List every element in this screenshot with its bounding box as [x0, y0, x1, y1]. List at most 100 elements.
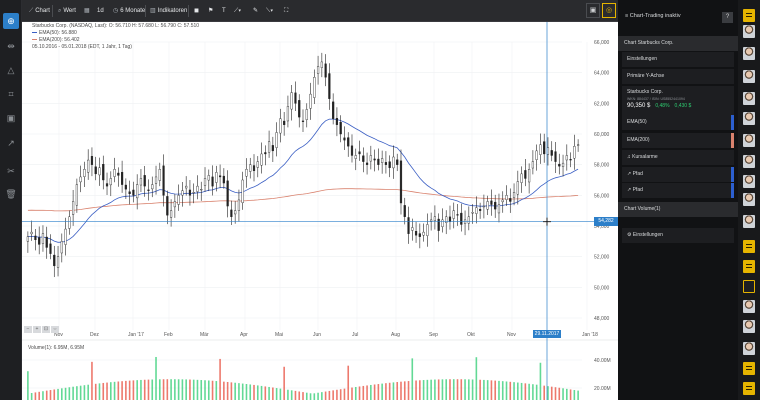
- path-item-2[interactable]: ↗ Pfad: [622, 183, 734, 198]
- range-button[interactable]: ◷ 6 Monate: [110, 4, 148, 18]
- portfolio-icon[interactable]: [743, 260, 755, 273]
- candle-body: [573, 146, 576, 159]
- volume-bar: [226, 381, 229, 400]
- scissors-tool-icon[interactable]: ✂: [3, 163, 19, 179]
- volume-bar: [140, 379, 142, 400]
- avatar[interactable]: [743, 300, 755, 313]
- draw-tool-icon[interactable]: ↗: [3, 135, 19, 151]
- volume-bar: [479, 379, 481, 400]
- candle-body: [343, 137, 346, 141]
- candle-body: [452, 210, 455, 219]
- volume-bar: [189, 379, 191, 400]
- candle-body: [437, 218, 440, 231]
- section-chart-volume[interactable]: Chart Volume(1): [618, 202, 738, 217]
- volume-bar: [158, 379, 161, 400]
- bookmark-button[interactable]: ◼: [191, 4, 202, 18]
- volume-bar: [181, 379, 184, 400]
- candle-body: [392, 156, 395, 169]
- line-tool-icon[interactable]: ⇹: [3, 38, 19, 54]
- volume-bar: [396, 382, 399, 400]
- trash-tool-icon[interactable]: 🗑: [3, 186, 19, 202]
- pan-icon[interactable]: ⇔: [51, 326, 59, 333]
- clipboard-tool-icon[interactable]: ▣: [3, 110, 19, 126]
- path-color-mark-2: [731, 183, 734, 198]
- chart-type-button[interactable]: ⟋ Chart: [26, 4, 53, 18]
- volume-bar: [524, 383, 527, 400]
- flag-button[interactable]: ⚑: [205, 4, 216, 18]
- crosshair-tool-icon[interactable]: ⊕: [3, 13, 19, 29]
- volume-bar: [249, 384, 252, 400]
- avatar[interactable]: [743, 25, 755, 38]
- account-icon[interactable]: [743, 382, 755, 395]
- text-tool-button[interactable]: T: [219, 4, 229, 18]
- compare-button[interactable]: ▦: [81, 4, 95, 18]
- avatar[interactable]: [743, 134, 755, 147]
- avatar[interactable]: [743, 175, 755, 188]
- quote-name: Starbucks Corp.: [627, 89, 663, 95]
- symbol-search-button[interactable]: ⌕ Wert: [55, 4, 79, 18]
- volume-bar: [98, 383, 101, 400]
- candle-body: [143, 175, 146, 187]
- volume-bar: [471, 379, 474, 400]
- x-tick-label: Jun: [313, 332, 321, 338]
- avatar[interactable]: [743, 92, 755, 105]
- candle-body: [139, 178, 143, 186]
- candle-body: [237, 199, 241, 211]
- fullscreen-button[interactable]: ⛶: [281, 4, 291, 18]
- shapes-tool-icon[interactable]: ⌗: [3, 86, 19, 102]
- avatar[interactable]: [743, 155, 755, 168]
- candle-body: [196, 185, 199, 192]
- quote-card[interactable]: Starbucks Corp. WKN: 884437 / ISIN: US85…: [622, 86, 734, 116]
- interval-button[interactable]: 1d: [94, 4, 107, 18]
- legend-ema50[interactable]: EMA(50): 56.880: [32, 30, 199, 37]
- avatar[interactable]: [743, 70, 755, 83]
- zoom-in-icon[interactable]: +: [33, 326, 41, 333]
- left-toolbar: ⊕ ⇹ △ ⌗ ▣ ↗ ✂ 🗑: [0, 0, 22, 400]
- legend-ema200[interactable]: EMA(200): 56.402: [32, 37, 199, 44]
- chart-area[interactable]: 66,000 64,000 62,000 60,000 58,000 56,000 54,0…: [22, 22, 618, 400]
- zoom-reset-icon[interactable]: ⊡: [42, 326, 50, 333]
- avatar[interactable]: [743, 112, 755, 125]
- volume-bar: [256, 385, 259, 400]
- volume-bar: [535, 384, 538, 400]
- volume-bar: [245, 384, 248, 400]
- avatar[interactable]: [743, 215, 755, 228]
- brush-tool-button[interactable]: ⟍▾: [263, 4, 276, 18]
- save-layout-button[interactable]: ▣: [586, 3, 600, 18]
- price-chart[interactable]: 66,00064,00062,00060,00058,00056,00054,0…: [22, 22, 618, 400]
- zoom-out-icon[interactable]: −: [24, 326, 32, 333]
- legend-ema200-text: EMA(200): 56.402: [39, 37, 80, 43]
- avatar[interactable]: [743, 193, 755, 206]
- primary-axis-item[interactable]: Primäre Y-Achse: [622, 69, 734, 84]
- chart-settings-item[interactable]: Einstellungen: [622, 52, 734, 67]
- triangle-tool-icon[interactable]: △: [3, 62, 19, 78]
- path-item-1[interactable]: ↗ Pfad: [622, 167, 734, 182]
- orders-icon[interactable]: [743, 362, 755, 375]
- volume-bar: [362, 385, 365, 400]
- avatar[interactable]: [743, 342, 755, 355]
- candle-body: [441, 219, 444, 227]
- candle-body: [411, 227, 414, 231]
- help-button[interactable]: ?: [722, 12, 733, 23]
- x-tick-label: Apr: [240, 332, 248, 338]
- news-icon[interactable]: [743, 9, 755, 22]
- candle-body: [234, 210, 237, 215]
- indicators-button[interactable]: ▥ Indikatoren: [147, 4, 190, 18]
- volume-bar: [366, 385, 368, 400]
- trading-toggle-button[interactable]: ◎: [602, 3, 616, 18]
- avatar[interactable]: [743, 320, 755, 333]
- pen-tool-button[interactable]: ✎: [250, 4, 261, 18]
- avatar[interactable]: [743, 47, 755, 60]
- trend-tool-button[interactable]: ⟋▾: [231, 4, 244, 18]
- chart-shortcut-icon[interactable]: [743, 280, 755, 293]
- ema50-item[interactable]: EMA(50): [622, 115, 734, 130]
- price-alarms-item[interactable]: ♫ Kursalarme: [622, 150, 734, 165]
- ema200-item[interactable]: EMA(200): [622, 133, 734, 148]
- y-tick-label: 60,000: [594, 132, 610, 138]
- indicators-icon: ▥: [150, 8, 156, 14]
- volume-settings-item[interactable]: ⚙ Einstellungen: [622, 228, 734, 243]
- volume-bar: [68, 387, 71, 400]
- volume-bar: [494, 380, 497, 400]
- watchlist-icon[interactable]: [743, 240, 755, 253]
- section-chart-starbucks[interactable]: Chart Starbucks Corp.: [618, 36, 738, 51]
